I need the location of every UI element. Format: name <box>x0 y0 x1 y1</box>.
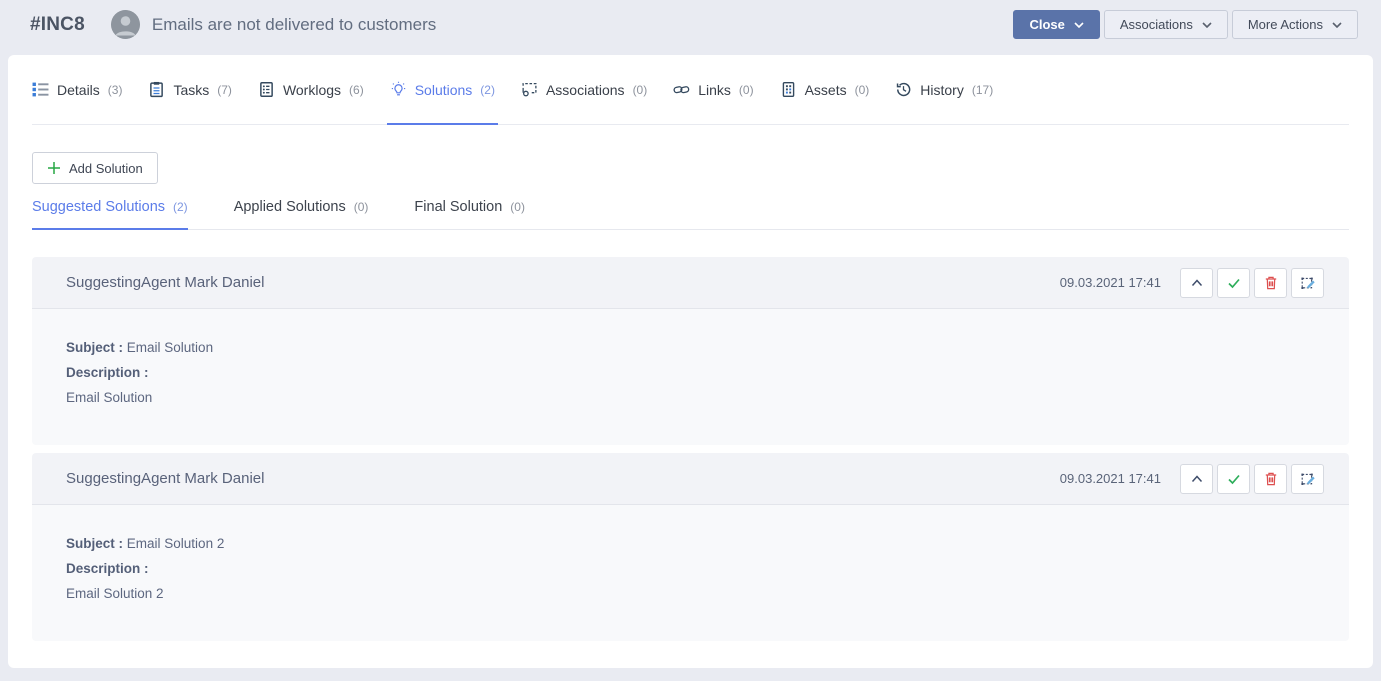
lightbulb-icon <box>390 81 407 98</box>
marquee-link-icon <box>521 81 538 98</box>
chevron-down-icon <box>1332 22 1342 28</box>
solution-subject: Subject : Email Solution <box>66 335 1315 360</box>
clipboard-icon <box>148 81 165 98</box>
chevron-down-icon <box>1202 22 1212 28</box>
incident-header: #INC8 Emails are not delivered to custom… <box>0 0 1381 55</box>
worklog-list-icon <box>258 81 275 98</box>
solution-card-body: Subject : Email Solution 2 Description :… <box>32 505 1349 641</box>
approve-solution-button[interactable] <box>1217 464 1250 494</box>
more-actions-button[interactable]: More Actions <box>1232 10 1358 39</box>
solution-card-header: SuggestingAgent Mark Daniel 09.03.2021 1… <box>32 453 1349 505</box>
incident-id: #INC8 <box>30 14 85 36</box>
solution-author: SuggestingAgent Mark Daniel <box>66 470 264 487</box>
approve-solution-button[interactable] <box>1217 268 1250 298</box>
chevron-down-icon <box>1074 22 1084 28</box>
header-actions: Close Associations More Actions <box>1013 10 1358 39</box>
subtab-applied-solutions[interactable]: Applied Solutions (0) <box>234 199 369 229</box>
delete-solution-button[interactable] <box>1254 464 1287 494</box>
close-button[interactable]: Close <box>1013 10 1099 39</box>
tab-solutions[interactable]: Solutions (2) <box>390 55 495 124</box>
incident-panel: Details (3) Tasks (7) Wo <box>8 55 1373 668</box>
solution-subtabs: Suggested Solutions (2) Applied Solution… <box>32 199 1349 230</box>
solution-description-label: Description : <box>66 556 1315 581</box>
solution-card-actions: 09.03.2021 17:41 <box>1060 464 1324 494</box>
solution-card: SuggestingAgent Mark Daniel 09.03.2021 1… <box>32 453 1349 641</box>
tab-details[interactable]: Details (3) <box>32 55 122 124</box>
edit-solution-button[interactable] <box>1291 464 1324 494</box>
solution-description-label: Description : <box>66 360 1315 385</box>
solution-description: Email Solution 2 <box>66 581 1315 606</box>
collapse-button[interactable] <box>1180 268 1213 298</box>
history-clock-icon <box>895 81 912 98</box>
collapse-button[interactable] <box>1180 464 1213 494</box>
solution-description: Email Solution <box>66 385 1315 410</box>
solution-card-header: SuggestingAgent Mark Daniel 09.03.2021 1… <box>32 257 1349 309</box>
avatar-photo <box>111 10 140 39</box>
solution-subject: Subject : Email Solution 2 <box>66 531 1315 556</box>
add-solution-button[interactable]: Add Solution <box>32 152 158 184</box>
plus-icon <box>47 161 61 175</box>
solution-card-actions: 09.03.2021 17:41 <box>1060 268 1324 298</box>
associations-button[interactable]: Associations <box>1104 10 1228 39</box>
list-icon <box>32 81 49 98</box>
tab-links[interactable]: Links (0) <box>673 55 753 124</box>
solution-author: SuggestingAgent Mark Daniel <box>66 274 264 291</box>
tab-associations[interactable]: Associations (0) <box>521 55 647 124</box>
delete-solution-button[interactable] <box>1254 268 1287 298</box>
tab-bar: Details (3) Tasks (7) Wo <box>32 55 1349 125</box>
asset-building-icon <box>780 81 797 98</box>
tab-worklogs[interactable]: Worklogs (6) <box>258 55 364 124</box>
incident-title: Emails are not delivered to customers <box>152 15 436 35</box>
chain-links-icon <box>673 81 690 98</box>
solution-timestamp: 09.03.2021 17:41 <box>1060 471 1161 486</box>
edit-solution-button[interactable] <box>1291 268 1324 298</box>
tab-tasks[interactable]: Tasks (7) <box>148 55 231 124</box>
solution-card-body: Subject : Email Solution Description : E… <box>32 309 1349 445</box>
solution-card: SuggestingAgent Mark Daniel 09.03.2021 1… <box>32 257 1349 445</box>
solution-timestamp: 09.03.2021 17:41 <box>1060 275 1161 290</box>
solutions-content: Add Solution Suggested Solutions (2) App… <box>8 125 1373 641</box>
requester-avatar <box>111 10 140 39</box>
tab-assets[interactable]: Assets (0) <box>780 55 870 124</box>
subtab-final-solution[interactable]: Final Solution (0) <box>414 199 525 229</box>
subtab-suggested-solutions[interactable]: Suggested Solutions (2) <box>32 199 188 229</box>
tab-history[interactable]: History (17) <box>895 55 993 124</box>
